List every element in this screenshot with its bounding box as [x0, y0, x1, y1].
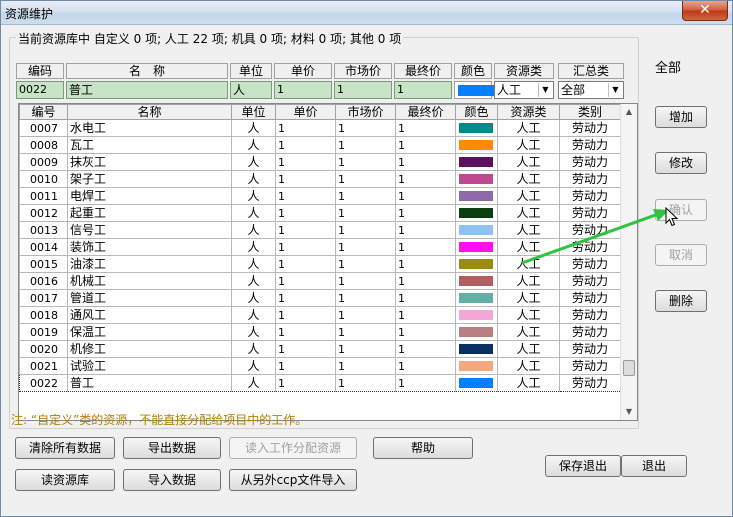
resource-maintenance-window: 资源维护 ✕ 当前资源库中 自定义 0 项; 人工 22 项; 机具 0 项; …: [0, 0, 733, 517]
mouse-cursor-icon: [665, 207, 679, 227]
annotation-arrow: [521, 209, 669, 265]
arrow-line: [521, 211, 662, 265]
